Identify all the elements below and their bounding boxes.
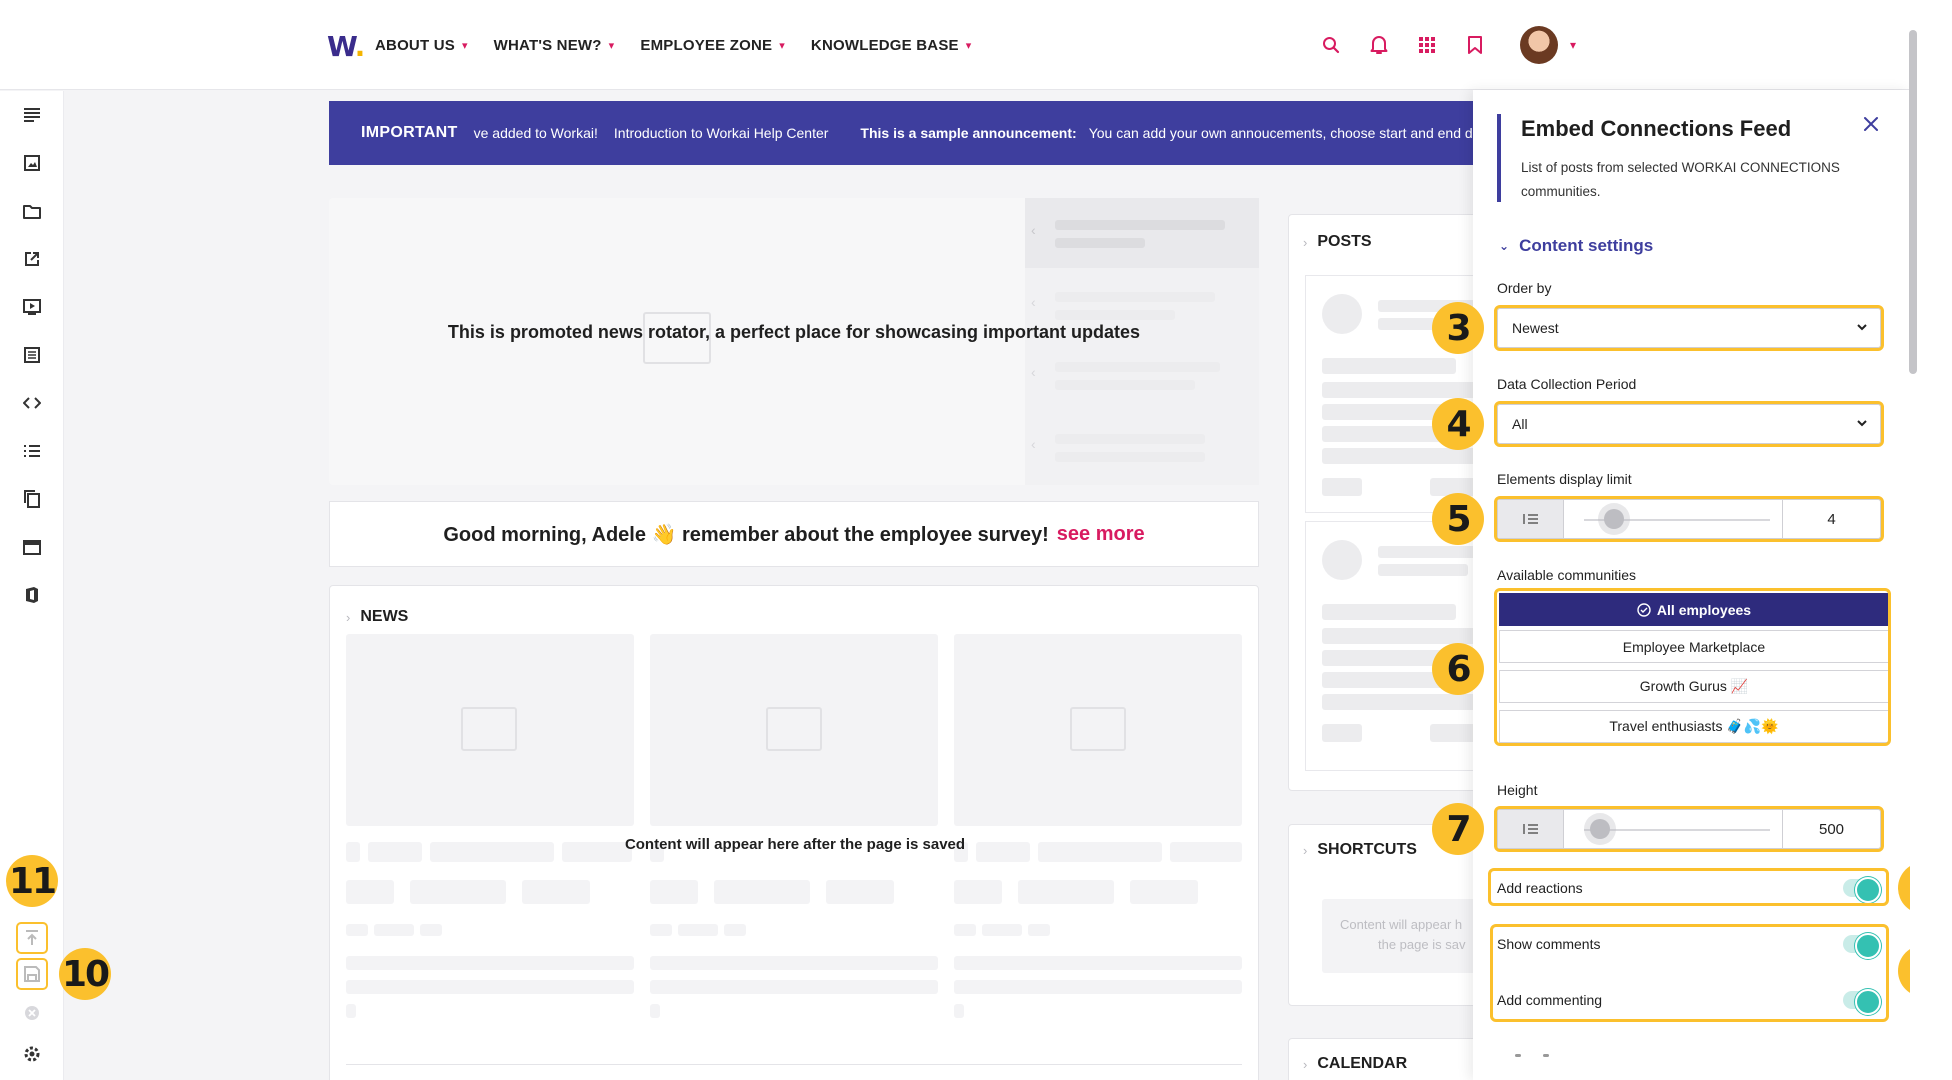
- rotator-item[interactable]: ‹: [1025, 342, 1259, 412]
- chevron-down-icon[interactable]: ▾: [1570, 38, 1576, 52]
- callout-badge: 5: [1432, 493, 1484, 545]
- callout-highlight: [1494, 496, 1884, 542]
- folder-icon[interactable]: [22, 201, 42, 221]
- chevron-right-icon: ›: [1303, 842, 1308, 858]
- text-block-icon[interactable]: [22, 105, 42, 125]
- copy-icon[interactable]: [22, 489, 42, 509]
- chevron-down-icon: ▾: [461, 39, 468, 52]
- close-icon[interactable]: [1859, 112, 1883, 136]
- announcement-text: ve added to Workai!: [473, 125, 598, 141]
- video-icon[interactable]: [22, 297, 42, 317]
- news-empty-note: Content will appear here after the page …: [624, 836, 966, 853]
- period-label: Data Collection Period: [1497, 376, 1637, 392]
- image-placeholder-icon: [766, 707, 822, 751]
- callout-badge: 7: [1432, 803, 1484, 855]
- posts-title[interactable]: › POSTS: [1303, 233, 1372, 251]
- upload-icon[interactable]: [16, 922, 48, 954]
- search-icon[interactable]: [1320, 34, 1342, 56]
- greeting-text: Good morning, Adele 👋 remember about the…: [443, 523, 1049, 546]
- user-avatar[interactable]: [1520, 26, 1558, 64]
- callout-badge: 11: [6, 855, 58, 907]
- news-section: › NEWS Content will appear here after the…: [329, 585, 1259, 1080]
- form-icon[interactable]: [22, 345, 42, 365]
- chevron-down-icon: ▾: [779, 39, 785, 52]
- chevron-right-icon: ›: [346, 609, 351, 625]
- shortcuts-title[interactable]: › SHORTCUTS: [1303, 841, 1417, 859]
- code-icon[interactable]: [22, 393, 42, 413]
- calendar-title[interactable]: › CALENDAR: [1303, 1055, 1407, 1073]
- nav-knowledge-base[interactable]: KNOWLEDGE BASE ▾: [811, 37, 972, 54]
- panel-accent-bar: [1497, 114, 1501, 202]
- limit-label: Elements display limit: [1497, 471, 1632, 487]
- callout-badge: 10: [59, 948, 111, 1000]
- see-more-link[interactable]: see more: [1057, 523, 1145, 546]
- external-link-icon[interactable]: [22, 249, 42, 269]
- main-nav: ABOUT US ▾ WHAT'S NEW? ▾ EMPLOYEE ZONE ▾ KN…: [375, 0, 971, 90]
- callout-badge: 4: [1432, 398, 1484, 450]
- editor-sidebar: [0, 91, 64, 1080]
- callout-badge: 6: [1432, 643, 1484, 695]
- chevron-right-icon: ›: [1303, 1056, 1308, 1072]
- callout-badge: 3: [1432, 302, 1484, 354]
- callout-highlight: [1488, 868, 1889, 906]
- settings-gear-icon[interactable]: [22, 1044, 42, 1064]
- nav-employee-zone[interactable]: EMPLOYEE ZONE ▾: [640, 37, 785, 54]
- image-placeholder-icon: [461, 707, 517, 751]
- bell-icon[interactable]: [1368, 34, 1390, 56]
- image-icon[interactable]: [22, 153, 42, 173]
- image-placeholder-icon: [1070, 707, 1126, 751]
- chevron-down-icon: ▾: [608, 39, 615, 52]
- callout-highlight: [1494, 305, 1884, 351]
- window-icon[interactable]: [22, 537, 42, 557]
- content-settings-toggle[interactable]: ⌄ Content settings: [1499, 236, 1653, 256]
- rotator-item-active[interactable]: ‹: [1025, 198, 1259, 268]
- nav-about-us[interactable]: ABOUT US ▾: [375, 37, 468, 54]
- workai-logo[interactable]: W.: [327, 30, 365, 63]
- chevron-down-icon: ⌄: [1499, 239, 1510, 253]
- apps-grid-icon[interactable]: [1416, 34, 1438, 56]
- callout-highlight: [1490, 924, 1889, 1022]
- nav-whats-new[interactable]: WHAT'S NEW? ▾: [494, 37, 615, 54]
- announcement-text: Introduction to Workai Help Center: [613, 125, 829, 141]
- callout-highlight: [1494, 401, 1884, 447]
- bookmark-icon[interactable]: [1464, 34, 1486, 56]
- panel-title: Embed Connections Feed: [1521, 116, 1792, 141]
- office-icon[interactable]: [22, 585, 42, 605]
- panel-description: List of posts from selected WORKAI CONNE…: [1521, 160, 1840, 199]
- close-circle-icon[interactable]: [22, 1003, 42, 1023]
- chevron-right-icon: ›: [1303, 234, 1308, 250]
- list-icon[interactable]: [22, 441, 42, 461]
- top-actions: ▾: [1320, 0, 1576, 90]
- callout-highlight: [1494, 806, 1884, 852]
- order-by-label: Order by: [1497, 280, 1552, 296]
- save-icon[interactable]: [16, 958, 48, 990]
- scrollbar-thumb[interactable]: [1909, 30, 1917, 374]
- news-title[interactable]: › NEWS: [346, 608, 408, 626]
- announcement-text: This is a sample announcement:: [860, 125, 1077, 141]
- chevron-down-icon: ▾: [965, 39, 972, 52]
- rotator-item[interactable]: ‹: [1025, 414, 1259, 484]
- greeting-banner: Good morning, Adele 👋 remember about the…: [329, 501, 1259, 567]
- height-label: Height: [1497, 782, 1538, 798]
- announcement-bar[interactable]: IMPORTANT ve added to Workai! Introducti…: [329, 101, 1474, 165]
- announcement-text: You can add your own annoucements, choos…: [1088, 125, 1474, 141]
- announcement-label: IMPORTANT: [361, 124, 458, 141]
- callout-highlight: [1494, 588, 1891, 746]
- rotator-headline: This is promoted news rotator, a perfect…: [447, 322, 1141, 342]
- top-navigation-bar: W. ABOUT US ▾ WHAT'S NEW? ▾ EMPLOYEE ZONE ▾…: [0, 0, 1910, 90]
- communities-label: Available communities: [1497, 567, 1637, 583]
